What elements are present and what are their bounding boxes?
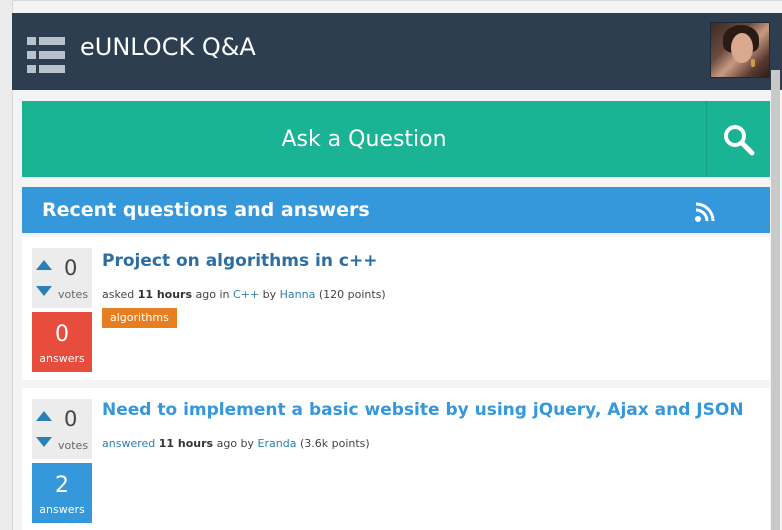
question-item: 0 votes 2 answers Need to implement a ba… [22, 388, 770, 530]
search-icon [724, 125, 755, 156]
user-points: (120 points) [318, 288, 386, 301]
question-meta: asked 11 hours ago in C++ by Hanna (120 … [102, 288, 386, 301]
votes-label: votes [58, 288, 89, 301]
search-button[interactable] [707, 101, 770, 177]
question-title[interactable]: Need to implement a basic website by usi… [102, 400, 744, 420]
question-title[interactable]: Project on algorithms in c++ [102, 251, 377, 271]
meta-by: by [262, 288, 277, 301]
list-menu-icon[interactable] [27, 37, 65, 73]
answer-count: 2 [55, 473, 69, 498]
answer-count: 0 [55, 322, 69, 347]
answers-count-box[interactable]: 0 answers [32, 312, 92, 372]
tag[interactable]: algorithms [102, 308, 177, 328]
site-title[interactable]: eUNLOCK Q&A [80, 33, 256, 61]
votes-box: 0 votes [32, 248, 92, 308]
user-link[interactable]: Eranda [258, 437, 297, 450]
answers-label: answers [39, 503, 85, 516]
rss-icon[interactable] [694, 201, 716, 223]
user-avatar[interactable] [710, 22, 770, 78]
meta-action: asked [102, 288, 135, 301]
question-item: 0 votes 0 answers Project on algorithms … [22, 237, 770, 380]
meta-when: 11 hours [137, 288, 193, 301]
ask-bar: Ask a Question [22, 101, 770, 177]
user-points: (3.6k points) [299, 437, 370, 450]
category-link[interactable]: C++ [233, 288, 259, 301]
ask-question-button[interactable]: Ask a Question [22, 101, 706, 177]
votes-box: 0 votes [32, 399, 92, 459]
section-header: Recent questions and answers [22, 187, 770, 233]
answers-count-box[interactable]: 2 answers [32, 463, 92, 523]
section-title: Recent questions and answers [42, 199, 370, 221]
vote-down-icon[interactable] [36, 437, 52, 447]
meta-ago: ago by [216, 437, 255, 450]
vote-up-icon[interactable] [36, 260, 52, 270]
vote-count: 0 [64, 407, 78, 431]
votes-label: votes [58, 439, 89, 452]
meta-ago: ago in [195, 288, 230, 301]
vote-down-icon[interactable] [36, 286, 52, 296]
meta-when: 11 hours [158, 437, 214, 450]
question-meta: answered 11 hours ago by Eranda (3.6k po… [102, 437, 370, 450]
top-bar: eUNLOCK Q&A [12, 13, 782, 90]
user-link[interactable]: Hanna [280, 288, 316, 301]
scrollbar[interactable] [771, 70, 780, 530]
meta-action-link[interactable]: answered [102, 437, 155, 450]
vote-count: 0 [64, 256, 78, 280]
vote-up-icon[interactable] [36, 411, 52, 421]
answers-label: answers [39, 352, 85, 365]
